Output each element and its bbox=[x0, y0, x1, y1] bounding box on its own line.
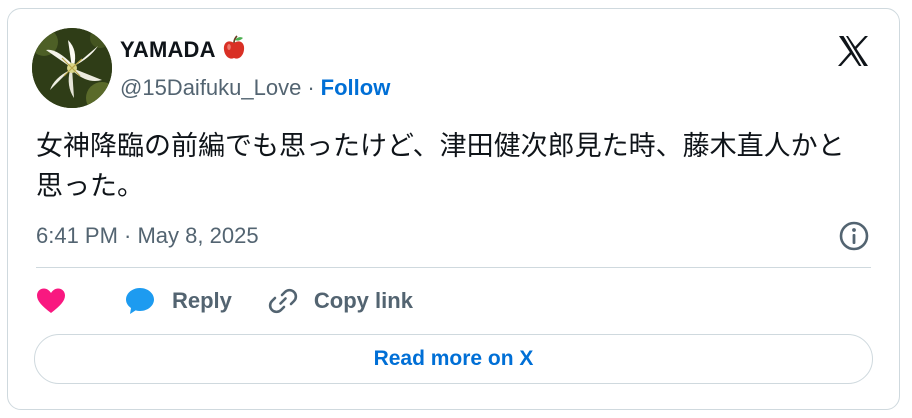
avatar[interactable] bbox=[32, 28, 112, 108]
info-icon[interactable] bbox=[837, 219, 871, 253]
speech-bubble-icon bbox=[126, 288, 154, 314]
apple-icon bbox=[222, 34, 246, 66]
copy-link-button[interactable]: Copy link bbox=[268, 286, 413, 316]
x-logo-icon[interactable] bbox=[835, 33, 871, 69]
separator-dot: · bbox=[307, 75, 315, 100]
embedded-tweet-card: YAMADA @15Daifuku_Love · Follow 女神降臨の前編で… bbox=[7, 8, 900, 410]
follow-button[interactable]: Follow bbox=[321, 75, 391, 101]
tweet-timestamp[interactable]: 6:41 PM · May 8, 2025 bbox=[36, 219, 259, 253]
read-more-button[interactable]: Read more on X bbox=[34, 334, 873, 384]
author-handle-row: @15Daifuku_Love · Follow bbox=[120, 73, 390, 103]
reply-label: Reply bbox=[172, 288, 232, 313]
handle[interactable]: @15Daifuku_Love bbox=[120, 75, 301, 101]
reply-button[interactable]: Reply bbox=[124, 286, 232, 316]
tweet-text: 女神降臨の前編でも思ったけど、津田健次郎見た時、藤木直人かと思った。 bbox=[36, 131, 845, 202]
divider bbox=[36, 267, 871, 268]
heart-icon bbox=[37, 288, 65, 313]
lily-flower-image bbox=[32, 28, 112, 108]
link-icon bbox=[268, 288, 298, 314]
author-name-row: YAMADA bbox=[120, 34, 246, 66]
action-bar: Reply Copy link bbox=[36, 281, 413, 321]
like-button[interactable] bbox=[36, 287, 76, 315]
display-name[interactable]: YAMADA bbox=[120, 37, 216, 63]
copy-link-label: Copy link bbox=[313, 288, 413, 313]
